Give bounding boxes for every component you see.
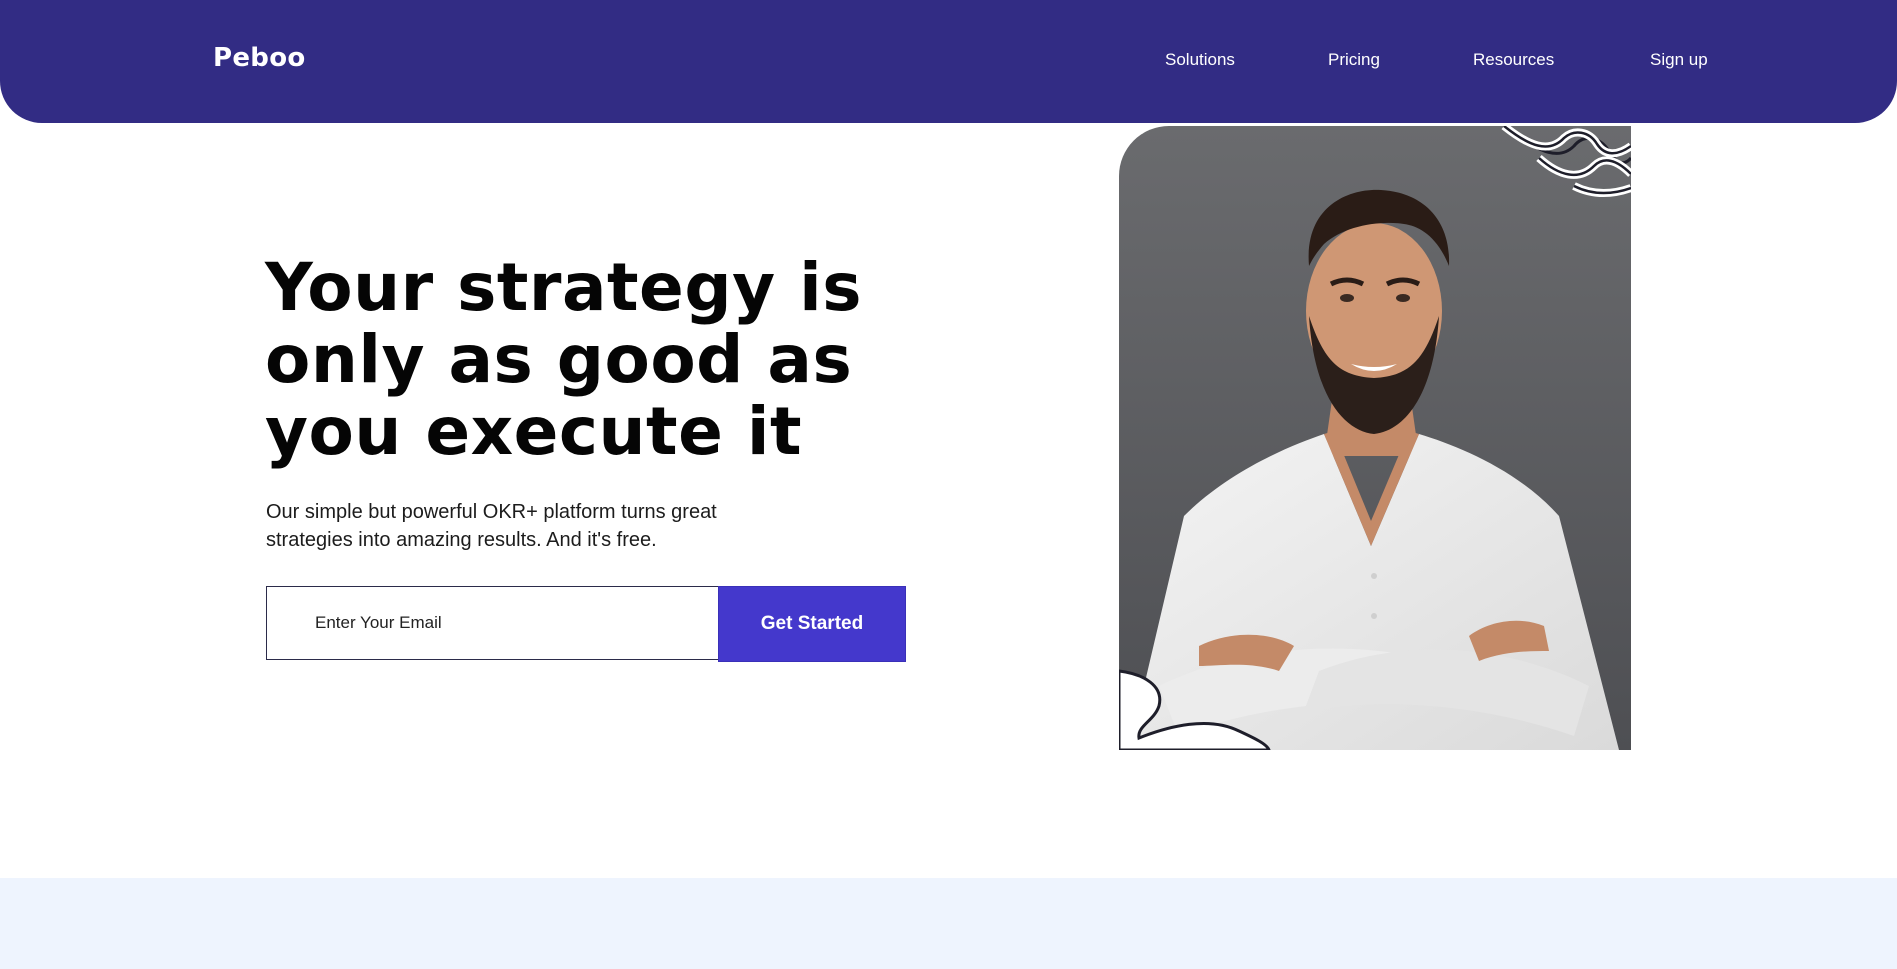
hero-headline: Your strategy is only as good as you exe…	[265, 249, 862, 470]
nav-solutions[interactable]: Solutions	[1165, 50, 1235, 70]
bottom-section	[0, 878, 1897, 969]
nav-resources[interactable]: Resources	[1473, 50, 1554, 70]
get-started-button[interactable]: Get Started	[718, 586, 906, 662]
person-photo	[1119, 126, 1631, 750]
nav-sign-up[interactable]: Sign up	[1650, 50, 1708, 70]
hero-photo	[1119, 126, 1631, 750]
logo[interactable]: Peboo	[213, 43, 306, 73]
nav-pricing[interactable]: Pricing	[1328, 50, 1380, 70]
hero-subtext: Our simple but powerful OKR+ platform tu…	[266, 501, 717, 551]
email-input[interactable]	[266, 586, 719, 660]
site-header: Peboo Solutions Pricing Resources Sign u…	[0, 0, 1897, 123]
